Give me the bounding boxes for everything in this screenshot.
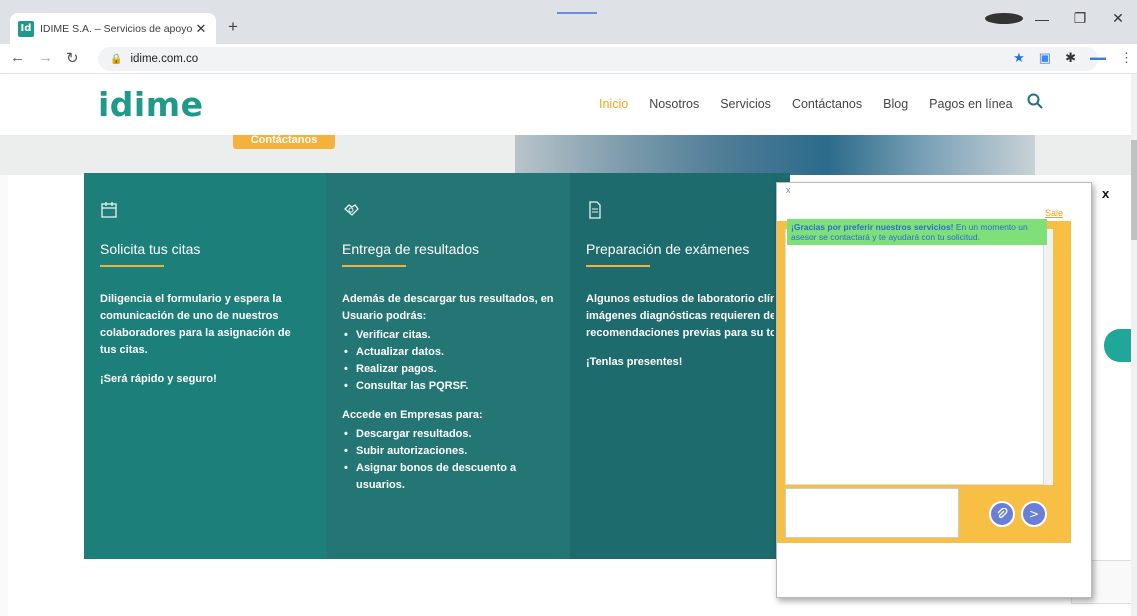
- card-title: Preparación de exámenes: [586, 241, 750, 257]
- nav-pagos[interactable]: Pagos en línea: [929, 97, 1012, 111]
- card-body: Diligencia el formulario y espera la com…: [100, 291, 310, 388]
- card-line: recomendaciones previas para su to: [586, 327, 774, 339]
- browser-tab[interactable]: Id IDIME S.A. – Servicios de apoyo a ✕: [10, 13, 216, 44]
- extensions-icon[interactable]: ✱: [1065, 50, 1076, 66]
- chat-message-bold: ¡Gracias por preferir nuestros servicios…: [791, 222, 954, 232]
- card-paragraph: Diligencia el formulario y espera la com…: [100, 293, 291, 356]
- list-item: Verificar citas.: [342, 327, 554, 344]
- chat-log: [785, 229, 1053, 485]
- browser-tab-bar: Id IDIME S.A. – Servicios de apoyo a ✕ +…: [0, 0, 1137, 44]
- card-title: Solicita tus citas: [100, 241, 201, 257]
- contact-button[interactable]: Contáctanos: [233, 135, 335, 149]
- list-item: Actualizar datos.: [342, 344, 554, 361]
- idime-favicon-icon: Id: [18, 20, 34, 37]
- card-list: Descargar resultados. Subir autorizacion…: [342, 426, 554, 494]
- restore-button[interactable]: ❐: [1061, 10, 1099, 27]
- chat-popup: x Sale ¡Gracias por preferir nuestros se…: [776, 182, 1092, 598]
- list-item: Consultar las PQRSF.: [342, 378, 554, 395]
- close-window-button[interactable]: ✕: [1099, 10, 1137, 27]
- card-citas: Solicita tus citas Diligencia el formula…: [84, 173, 326, 559]
- hero-image: [515, 135, 1035, 175]
- card-underline: [342, 265, 406, 267]
- list-item: Descargar resultados.: [342, 426, 554, 443]
- card-line: Algunos estudios de laboratorio clíni: [586, 293, 774, 305]
- main-nav: Inicio Nosotros Servicios Contáctanos Bl…: [599, 97, 1013, 111]
- card-line: imágenes diagnósticas requieren de: [586, 310, 774, 322]
- search-icon[interactable]: [1027, 93, 1043, 114]
- card-underline: [586, 265, 650, 267]
- service-cards: Solicita tus citas Diligencia el formula…: [84, 173, 790, 559]
- nav-blog[interactable]: Blog: [883, 97, 908, 111]
- whatsapp-icon[interactable]: [1104, 329, 1131, 362]
- card-title: Entrega de resultados: [342, 241, 479, 257]
- nav-contactanos[interactable]: Contáctanos: [792, 97, 862, 111]
- chat-message: ¡Gracias por preferir nuestros servicios…: [787, 219, 1047, 245]
- star-icon[interactable]: ★: [1013, 50, 1025, 66]
- address-bar[interactable]: 🔒 idime.com.co: [98, 47, 1098, 71]
- card-underline: [100, 265, 164, 267]
- card-paragraph: ¡Será rápido y seguro!: [100, 373, 217, 385]
- card-paragraph: ¡Tenlas presentes!: [586, 356, 683, 368]
- site-header: idime Inicio Nosotros Servicios Contácta…: [0, 75, 1131, 135]
- minimize-button[interactable]: —: [1023, 11, 1061, 27]
- send-button[interactable]: >: [1021, 501, 1047, 527]
- card-body: Algunos estudios de laboratorio clíni im…: [586, 291, 774, 383]
- browser-toolbar: ← → ↻ 🔒 idime.com.co ★ ▣ ✱ ▬▬ ⋮: [0, 44, 1137, 74]
- reload-icon[interactable]: ↻: [66, 49, 79, 67]
- window-controls: — ❐ ✕: [985, 10, 1137, 27]
- profile-icon[interactable]: [985, 11, 1023, 27]
- idime-logo[interactable]: idime: [98, 85, 204, 124]
- calendar-icon: [100, 201, 310, 227]
- chat-outer-close-icon[interactable]: x: [1102, 186, 1109, 201]
- card-preparacion: Preparación de exámenes Algunos estudios…: [570, 173, 790, 559]
- card-paragraph: Accede en Empresas para:: [342, 409, 483, 421]
- card-body: Además de descargar tus resultados, en U…: [342, 291, 554, 494]
- card-list: Verificar citas. Actualizar datos. Reali…: [342, 327, 554, 395]
- tab-close-icon[interactable]: ✕: [194, 21, 208, 37]
- translate-icon[interactable]: ▣: [1039, 50, 1051, 66]
- card-resultados: Entrega de resultados Además de descarga…: [326, 173, 570, 559]
- tab-title: IDIME S.A. – Servicios de apoyo a: [40, 22, 194, 35]
- page-scrollbar-thumb[interactable]: [1131, 140, 1137, 240]
- handshake-icon: [342, 201, 554, 227]
- hero-banner: Contáctanos: [0, 135, 1131, 175]
- attach-icon[interactable]: [989, 501, 1015, 527]
- menu-icon[interactable]: ⋮: [1120, 50, 1133, 66]
- chat-scrollbar[interactable]: [1043, 229, 1053, 485]
- card-paragraph: Además de descargar tus resultados, en U…: [342, 293, 554, 322]
- nav-nosotros[interactable]: Nosotros: [649, 97, 699, 111]
- nav-servicios[interactable]: Servicios: [720, 97, 771, 111]
- nav-inicio[interactable]: Inicio: [599, 97, 628, 111]
- list-item: Subir autorizaciones.: [342, 443, 554, 460]
- new-tab-button[interactable]: +: [228, 17, 238, 37]
- drag-indicator: [557, 12, 597, 14]
- chat-input[interactable]: [785, 488, 959, 538]
- url-text: idime.com.co: [130, 53, 199, 65]
- extension-badge-icon[interactable]: ▬▬: [1090, 50, 1106, 66]
- lock-icon: 🔒: [110, 53, 123, 65]
- chat-close-icon[interactable]: x: [786, 185, 791, 195]
- forward-arrow-icon[interactable]: →: [38, 49, 53, 66]
- back-arrow-icon[interactable]: ←: [10, 49, 25, 66]
- list-item: Asignar bonos de descuento a usuarios.: [342, 460, 554, 494]
- list-item: Realizar pagos.: [342, 361, 554, 378]
- document-icon: [586, 201, 774, 227]
- toolbar-icons: ★ ▣ ✱ ▬▬ ⋮: [1013, 50, 1133, 66]
- chat-exit-link[interactable]: Sale: [1045, 208, 1063, 218]
